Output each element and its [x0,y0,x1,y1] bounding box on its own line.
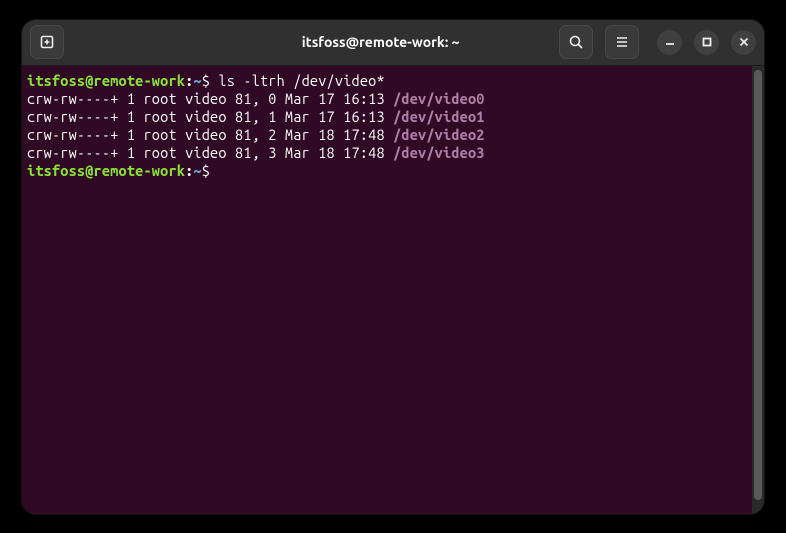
terminal-window: itsfoss@remote-work: ~ [22,20,764,514]
prompt-symbol: $ [202,72,219,89]
menu-button[interactable] [605,25,639,59]
output-line: crw-rw----+ 1 root video 81, 1 Mar 17 16… [27,108,747,126]
prompt-line: itsfoss@remote-work:~$ [27,162,747,180]
close-button[interactable] [731,30,756,55]
terminal-area: itsfoss@remote-work:~$ ls -ltrh /dev/vid… [22,66,764,514]
prompt-cwd: ~ [193,162,201,179]
maximize-icon [702,37,712,47]
output-line: crw-rw----+ 1 root video 81, 0 Mar 17 16… [27,90,747,108]
prompt-user-host: itsfoss@remote-work [27,72,185,89]
output-line: crw-rw----+ 1 root video 81, 2 Mar 18 17… [27,126,747,144]
file-details: crw-rw----+ 1 root video 81, 1 Mar 17 16… [27,108,393,125]
minimize-button[interactable] [657,30,682,55]
scrollbar-track[interactable] [752,66,764,514]
device-path: /dev/video1 [393,108,485,125]
search-icon [568,34,584,50]
prompt-cwd: ~ [193,72,201,89]
device-path: /dev/video2 [393,126,485,143]
close-icon [739,37,749,47]
command-text: ls -ltrh /dev/video* [218,72,384,89]
prompt-symbol: $ [202,162,219,179]
scrollbar-thumb[interactable] [754,70,762,500]
maximize-button[interactable] [694,30,719,55]
titlebar: itsfoss@remote-work: ~ [22,20,764,66]
terminal-content[interactable]: itsfoss@remote-work:~$ ls -ltrh /dev/vid… [22,66,752,514]
prompt-user-host: itsfoss@remote-work [27,162,185,179]
minimize-icon [665,37,675,47]
hamburger-icon [614,34,630,50]
file-details: crw-rw----+ 1 root video 81, 0 Mar 17 16… [27,90,393,107]
file-details: crw-rw----+ 1 root video 81, 3 Mar 18 17… [27,144,393,161]
output-line: crw-rw----+ 1 root video 81, 3 Mar 18 17… [27,144,747,162]
device-path: /dev/video0 [393,90,485,107]
device-path: /dev/video3 [393,144,485,161]
file-details: crw-rw----+ 1 root video 81, 2 Mar 18 17… [27,126,393,143]
window-title: itsfoss@remote-work: ~ [208,34,553,50]
new-tab-icon [39,34,55,50]
search-button[interactable] [559,25,593,59]
new-tab-button[interactable] [30,25,64,59]
command-line: itsfoss@remote-work:~$ ls -ltrh /dev/vid… [27,72,747,90]
